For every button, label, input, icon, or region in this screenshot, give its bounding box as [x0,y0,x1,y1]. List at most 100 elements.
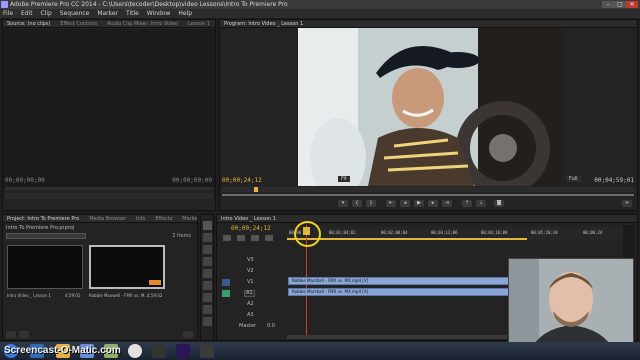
track-label-v2[interactable]: V2 [247,268,254,274]
audio-clip[interactable]: Robbie Marshall - FMX vs. MX.mp4 [A] [288,288,513,296]
maximize-button[interactable]: ▢ [614,1,626,8]
source-zoom-bar[interactable] [5,193,213,199]
tab-source[interactable]: Source: (no clips) [3,20,54,27]
window-title-bar: Adobe Premiere Pro CC 2014 - C:\Users\te… [0,0,640,9]
export-frame-button[interactable]: ◙ [494,200,504,207]
close-button[interactable]: ✕ [626,1,638,8]
tab-program[interactable]: Program: Intro Video _ Lesson 1 [220,20,307,27]
tab-sequence[interactable]: Intro Video _ Lesson 1 [217,215,280,222]
tab-effect-controls[interactable]: Effect Controls [56,20,101,27]
menu-title[interactable]: Title [123,9,142,18]
ripple-edit-tool-icon[interactable] [203,245,212,254]
source-panel: Source: (no clips) Effect Controls Audio… [2,19,216,211]
track-label-v3[interactable]: V3 [247,257,254,263]
lift-button[interactable]: ⇡ [462,200,472,207]
tab-project[interactable]: Project: Intro To Premiere Pro [3,215,83,222]
timeline-settings-icon[interactable] [265,235,273,241]
rolling-edit-tool-icon[interactable] [203,257,212,266]
menu-sequence[interactable]: Sequence [57,9,93,18]
tab-lesson[interactable]: Lesson 1 [184,20,214,27]
mark-in-button[interactable]: { [352,200,362,207]
new-item-icon[interactable] [183,331,193,338]
app-icon[interactable] [200,344,214,358]
button-editor-button[interactable]: + [622,200,632,207]
track-select-tool-icon[interactable] [203,233,212,242]
play-button[interactable]: ▶ [414,200,424,207]
icon-view-icon[interactable] [19,331,29,338]
master-track-label: Master [239,323,257,329]
menu-marker[interactable]: Marker [94,9,121,18]
tab-media-browser[interactable]: Media Browser [85,215,130,222]
snap-icon[interactable] [223,235,231,241]
time-ruler[interactable]: 00;00 00;01;04;02 00;02;08;04 00;03;12;0… [287,227,627,241]
add-marker-icon[interactable] [251,235,259,241]
program-playhead[interactable] [254,187,258,192]
go-to-out-button[interactable]: ⇥ [442,200,452,207]
track-headers: V3 V2 V1 A1 A2 A3 Master 0.0 [217,255,287,333]
project-item-thumbnail[interactable] [89,245,165,289]
menu-clip[interactable]: Clip [38,9,55,18]
source-patch-a1[interactable] [222,290,230,297]
menu-edit[interactable]: Edit [18,9,36,18]
project-item-thumbnail[interactable] [7,245,83,289]
track-label-a2[interactable]: A2 [247,301,254,307]
list-view-icon[interactable] [6,331,16,338]
step-back-button[interactable]: ◂ [400,200,410,207]
project-item-duration: 4;59;01 [65,293,81,298]
pen-tool-icon[interactable] [203,293,212,302]
zoom-tool-icon[interactable] [203,317,212,326]
source-patch-v1[interactable] [222,279,230,286]
project-file-name: Intro To Premiere Pro.prproj [6,225,75,231]
add-marker-button[interactable]: ▾ [338,200,348,207]
ruler-tick: 00;03;12;06 [431,230,458,235]
ruler-tick: 00;05;20;10 [531,230,558,235]
go-to-in-button[interactable]: ⇤ [386,200,396,207]
hand-tool-icon[interactable] [203,305,212,314]
chrome-icon[interactable] [128,344,142,358]
minimize-button[interactable]: – [602,1,614,8]
extract-button[interactable]: ⇣ [476,200,486,207]
source-scrubber[interactable] [5,187,213,190]
step-forward-button[interactable]: ▸ [428,200,438,207]
tab-info[interactable]: Info [132,215,149,222]
video-clip[interactable]: Robbie Marshall - FMX vs. MX.mp4 [V] [288,277,513,285]
project-item-duration: 4;59;02 [147,293,163,298]
taskbar: Screencast-O-Matic.com [0,342,640,360]
linked-selection-icon[interactable] [237,235,245,241]
cursor-highlight-circle [294,221,321,247]
track-label-a1[interactable]: A1 [246,290,253,296]
menu-bar: File Edit Clip Sequence Marker Title Win… [0,9,640,18]
track-label-a3[interactable]: A3 [247,312,254,318]
menu-window[interactable]: Window [144,9,174,18]
program-panel-tabs: Program: Intro Video _ Lesson 1 [220,20,637,28]
timeline-scrollbar[interactable] [287,335,507,339]
razor-tool-icon[interactable] [203,269,212,278]
slip-tool-icon[interactable] [203,281,212,290]
master-volume-value[interactable]: 0.0 [267,323,275,329]
tab-audio-clip-mixer[interactable]: Audio Clip Mixer: Intro Video [103,20,182,27]
mark-out-button[interactable]: } [366,200,376,207]
project-panel-tabs: Project: Intro To Premiere Pro Media Bro… [3,215,197,223]
timeline-timecode: 00;00;24;12 [231,225,271,232]
app-icon[interactable] [152,344,166,358]
quality-dropdown[interactable]: Full [566,176,581,182]
menu-file[interactable]: File [0,9,16,18]
webcam-overlay [508,258,634,352]
project-item-name: Robbie Maxwell - FMX vs. M... [89,293,149,298]
fit-dropdown[interactable]: Fit [338,176,350,182]
menu-help[interactable]: Help [175,9,195,18]
track-label-v1[interactable]: V1 [247,279,254,285]
program-duration: 00;04;59;01 [594,177,634,184]
premiere-taskbar-icon[interactable] [176,344,190,358]
project-item-name: Intro Video _ Lesson 1 [7,293,51,298]
program-zoom-bar[interactable] [222,194,634,196]
window-title: Adobe Premiere Pro CC 2014 - C:\Users\te… [10,1,288,8]
tab-markers[interactable]: Markers [178,215,197,222]
premiere-app-icon [1,1,8,8]
selection-tool-icon[interactable] [203,221,212,230]
tab-effects[interactable]: Effects [151,215,176,222]
work-area-bar[interactable] [287,238,527,240]
program-scrubber[interactable] [222,187,634,192]
project-search-input[interactable] [6,233,86,239]
ruler-tick: 00;01;04;02 [329,230,356,235]
